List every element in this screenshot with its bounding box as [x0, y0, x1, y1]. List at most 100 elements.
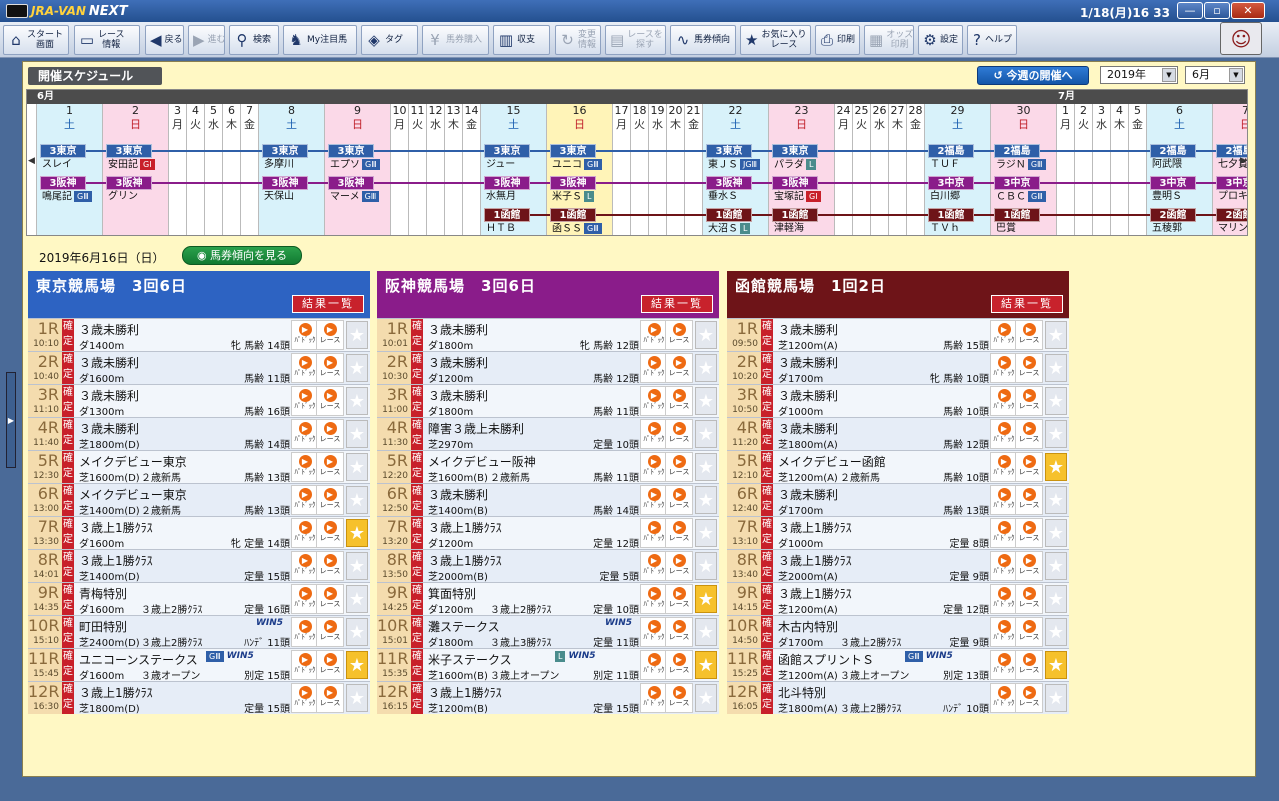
graded-race-label[interactable]: 鳴尾記 GⅢ — [42, 191, 92, 204]
race-row[interactable]: 5R 12:10 確定 メイクデビュー函館 芝1200m(A) ２歳新馬 馬齢 10頭 ▶ ﾊﾟ… — [727, 450, 1069, 484]
paddock-button[interactable]: ▶ ﾊﾟﾄﾞｯｸ — [640, 518, 668, 548]
calendar-day[interactable]: 26 水 — [870, 104, 888, 235]
paddock-button[interactable]: ▶ ﾊﾟﾄﾞｯｸ — [640, 485, 668, 515]
race-name[interactable]: ３歳未勝利 — [428, 354, 488, 371]
race-video-button[interactable]: ▶ レース — [316, 683, 344, 713]
toolbar-button-odds-print[interactable]: ▦ オッズ 印刷 — [864, 25, 914, 55]
graded-race-label[interactable]: 米子Ｓ L — [552, 191, 595, 204]
graded-race-label[interactable]: 宝塚記 GⅠ — [774, 191, 821, 204]
race-row[interactable]: 2R 10:20 確定 ３歳未勝利 ダ1700m 牝 馬齢 10頭 ▶ ﾊﾟﾄﾞｯｸ ▶ レース ★ — [727, 351, 1069, 385]
race-video-button[interactable]: ▶ レース — [1015, 320, 1043, 350]
graded-race-label[interactable]: マーメ GⅢ — [330, 191, 380, 204]
race-name[interactable]: メイクデビュー東京 — [79, 453, 187, 470]
race-video-button[interactable]: ▶ レース — [1015, 683, 1043, 713]
toolbar-button-gear[interactable]: ⚙ 設定 — [918, 25, 963, 55]
race-name[interactable]: ３歳未勝利 — [778, 486, 838, 503]
race-row[interactable]: 12R 16:15 確定 ３歳上1勝ｸﾗｽ 芝1200m(B) 定量 15頭 ▶ ﾊﾟﾄﾞｯｸ… — [377, 681, 719, 715]
graded-race-label[interactable]: ラジＮ GⅢ — [996, 159, 1046, 172]
race-video-button[interactable]: ▶ レース — [1015, 452, 1043, 482]
paddock-button[interactable]: ▶ ﾊﾟﾄﾞｯｸ — [990, 683, 1018, 713]
favorite-star-icon[interactable]: ★ — [695, 486, 717, 514]
favorite-star-icon[interactable]: ★ — [1045, 585, 1067, 613]
race-row[interactable]: 1R 10:10 確定 ３歳未勝利 ダ1400m 牝 馬齢 14頭 ▶ ﾊﾟﾄﾞｯｸ ▶ レース ★ — [28, 318, 370, 352]
race-row[interactable]: 6R 12:50 確定 ３歳未勝利 芝1400m(B) 馬齢 14頭 ▶ ﾊﾟﾄﾞｯｸ ▶ レース… — [377, 483, 719, 517]
graded-race-label[interactable]: ジュー — [486, 159, 515, 171]
race-video-button[interactable]: ▶ レース — [316, 419, 344, 449]
paddock-button[interactable]: ▶ ﾊﾟﾄﾞｯｸ — [640, 584, 668, 614]
meeting-venue-badge[interactable]: 3東京 — [772, 144, 818, 158]
graded-race-label[interactable]: 天保山 — [264, 191, 294, 203]
meeting-venue-badge[interactable]: 3東京 — [706, 144, 752, 158]
favorite-star-icon[interactable]: ★ — [695, 684, 717, 712]
toolbar-button-back[interactable]: ◀ 戻る — [145, 25, 184, 55]
race-name[interactable]: メイクデビュー函館 — [778, 453, 886, 470]
calendar-day[interactable]: 19 水 — [648, 104, 666, 235]
race-video-button[interactable]: ▶ レース — [1015, 518, 1043, 548]
paddock-button[interactable]: ▶ ﾊﾟﾄﾞｯｸ — [291, 518, 319, 548]
close-button[interactable]: ✕ — [1231, 2, 1265, 19]
calendar-day[interactable]: 4木 — [1110, 104, 1128, 235]
meeting-venue-badge[interactable]: 3阪神 — [262, 176, 308, 190]
minimize-button[interactable]: — — [1177, 2, 1203, 19]
race-video-button[interactable]: ▶ レース — [316, 320, 344, 350]
meeting-venue-badge[interactable]: 1函館 — [994, 208, 1040, 222]
toolbar-button-help[interactable]: ? ヘルプ — [967, 25, 1017, 55]
race-video-button[interactable]: ▶ レース — [316, 551, 344, 581]
race-video-button[interactable]: ▶ レース — [1015, 617, 1043, 647]
paddock-button[interactable]: ▶ ﾊﾟﾄﾞｯｸ — [640, 353, 668, 383]
race-row[interactable]: 11R 15:35 確定 米子ステークス 芝1600m(B) ３歳上オープン 別定 11頭 L… — [377, 648, 719, 682]
favorite-star-icon[interactable]: ★ — [346, 420, 368, 448]
month-select[interactable]: 6月 ▼ — [1185, 66, 1245, 84]
meeting-venue-badge[interactable]: 3阪神 — [40, 176, 86, 190]
meeting-venue-badge[interactable]: 2福島 — [928, 144, 974, 158]
graded-race-label[interactable]: ＣＢＣ GⅢ — [996, 191, 1046, 204]
calendar-day[interactable]: 24 月 — [834, 104, 852, 235]
calendar-day[interactable]: 3水 — [1092, 104, 1110, 235]
graded-race-label[interactable]: 巴賞 — [996, 223, 1016, 235]
graded-race-label[interactable]: ＴＵＦ — [930, 159, 960, 171]
race-video-button[interactable]: ▶ レース — [1015, 419, 1043, 449]
race-video-button[interactable]: ▶ レース — [316, 617, 344, 647]
meeting-venue-badge[interactable]: 3東京 — [550, 144, 596, 158]
meeting-venue-badge[interactable]: 3阪神 — [106, 176, 152, 190]
race-video-button[interactable]: ▶ レース — [316, 452, 344, 482]
race-name[interactable]: ３歳未勝利 — [79, 420, 139, 437]
meeting-venue-badge[interactable]: 1函館 — [550, 208, 596, 222]
race-video-button[interactable]: ▶ レース — [316, 386, 344, 416]
toolbar-button-print[interactable]: ⎙ 印刷 — [815, 25, 860, 55]
race-name[interactable]: ３歳未勝利 — [428, 387, 488, 404]
race-row[interactable]: 7R 13:10 確定 ３歳上1勝ｸﾗｽ ダ1000m 定量 8頭 ▶ ﾊﾟﾄﾞｯｸ ▶ レース ★ — [727, 516, 1069, 550]
race-name[interactable]: ３歳上1勝ｸﾗｽ — [428, 519, 502, 536]
toolbar-button-find-race[interactable]: ▤ レースを 探す — [605, 25, 666, 55]
paddock-button[interactable]: ▶ ﾊﾟﾄﾞｯｸ — [990, 419, 1018, 449]
favorite-star-icon[interactable]: ★ — [1045, 486, 1067, 514]
race-name[interactable]: ３歳上1勝ｸﾗｽ — [428, 684, 502, 701]
race-video-button[interactable]: ▶ レース — [665, 617, 693, 647]
race-row[interactable]: 4R 11:20 確定 ３歳未勝利 芝1800m(A) 馬齢 12頭 ▶ ﾊﾟﾄﾞｯｸ ▶ レース… — [727, 417, 1069, 451]
calendar-day[interactable]: 28 金 — [906, 104, 924, 235]
race-row[interactable]: 8R 14:01 確定 ３歳上1勝ｸﾗｽ 芝1400m(D) 定量 15頭 ▶ ﾊﾟﾄﾞｯｸ ▶… — [28, 549, 370, 583]
race-name[interactable]: ３歳未勝利 — [778, 420, 838, 437]
meeting-venue-badge[interactable]: 3阪神 — [772, 176, 818, 190]
race-row[interactable]: 6R 13:00 確定 メイクデビュー東京 芝1400m(D) ２歳新馬 馬齢 13頭 ▶ ﾊﾟ… — [28, 483, 370, 517]
graded-race-label[interactable]: 五稜郭 — [1152, 223, 1182, 235]
paddock-button[interactable]: ▶ ﾊﾟﾄﾞｯｸ — [990, 320, 1018, 350]
race-row[interactable]: 6R 12:40 確定 ３歳未勝利 ダ1700m 馬齢 13頭 ▶ ﾊﾟﾄﾞｯｸ ▶ レース ★ — [727, 483, 1069, 517]
meeting-venue-badge[interactable]: 2福島 — [1150, 144, 1196, 158]
scroll-right-icon[interactable]: ▶ — [1240, 156, 1247, 166]
graded-race-label[interactable]: 東ＪＳ JGⅢ — [708, 159, 761, 172]
favorite-star-icon[interactable]: ★ — [695, 519, 717, 547]
calendar-day[interactable]: 12 水 — [426, 104, 444, 235]
scroll-left-icon[interactable]: ◀ — [28, 156, 35, 166]
meeting-venue-badge[interactable]: 3中京 — [994, 176, 1040, 190]
meeting-venue-badge[interactable]: 2函館 — [1216, 208, 1247, 222]
graded-race-label[interactable]: 白川郷 — [930, 191, 960, 203]
race-row[interactable]: 5R 12:30 確定 メイクデビュー東京 芝1600m(D) ２歳新馬 馬齢 13頭 ▶ ﾊﾟ… — [28, 450, 370, 484]
race-name[interactable]: ３歳上1勝ｸﾗｽ — [79, 684, 153, 701]
calendar-day[interactable]: 6木 — [222, 104, 240, 235]
meeting-venue-badge[interactable]: 3阪神 — [484, 176, 530, 190]
race-row[interactable]: 9R 14:25 確定 箕面特別 ダ1200m ３歳上2勝ｸﾗｽ 定量 10頭 ▶ ﾊﾟﾄﾞｯｸ… — [377, 582, 719, 616]
race-name[interactable]: ３歳上1勝ｸﾗｽ — [79, 552, 153, 569]
calendar-day[interactable]: 14 金 — [462, 104, 480, 235]
favorite-star-icon[interactable]: ★ — [346, 519, 368, 547]
